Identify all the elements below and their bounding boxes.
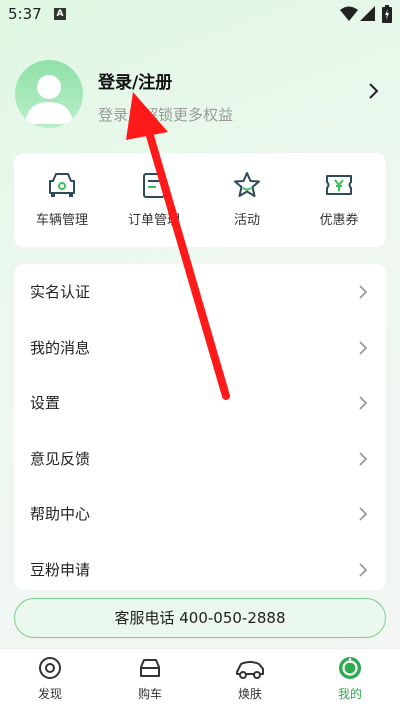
tab-label: 发现 [37,687,62,701]
menu-item-real-name[interactable]: 实名认证 [14,264,386,319]
tab-label: 购车 [137,687,162,701]
avatar[interactable] [15,60,83,128]
menu-item-label: 我的消息 [30,339,91,357]
menu-list: 实名认证 我的消息 设置 意见反馈 帮助中心 豆粉申请 [14,264,386,590]
menu-item-label: 豆粉申请 [30,561,91,579]
quick-action-label: 车辆管理 [35,213,88,228]
menu-item-settings[interactable]: 设置 [14,375,386,430]
menu-item-feedback[interactable]: 意见反馈 [14,431,386,486]
menu-item-label: 意见反馈 [30,450,91,468]
login-benefit-text: 登录后解锁更多权益 [98,106,234,124]
quick-action-label: 订单管理 [127,213,180,228]
signal-icon [360,6,375,21]
coupon-icon [326,175,352,195]
tab-mine[interactable]: 我的 [310,655,390,702]
tab-label: 焕肤 [237,687,262,701]
quick-action-label: 活动 [233,213,260,228]
wifi-icon [340,6,358,21]
login-register-link[interactable]: 登录/注册 [98,68,172,93]
chevron-right-icon [359,341,368,355]
buy-car-icon [140,659,160,677]
quick-action-vehicle-management[interactable]: 车辆管理 [22,171,102,228]
quick-action-activity[interactable]: 活动 [207,171,287,228]
car-skin-icon [236,661,264,679]
bottom-tab-bar: 发现 购车 焕肤 我的 [0,648,400,712]
chevron-right-icon [359,396,368,410]
status-time: 5:37 [8,5,42,23]
chevron-right-icon [359,563,368,577]
customer-service-phone-button[interactable]: 客服电话 400-050-2888 [14,598,386,638]
battery-icon [382,5,392,23]
tab-buy-car[interactable]: 购车 [110,655,190,702]
tab-label: 我的 [337,687,362,701]
chevron-right-icon[interactable] [368,82,380,100]
tab-discover[interactable]: 发现 [10,655,90,702]
notification-icon: A [54,8,66,20]
quick-actions-card: 车辆管理 订单管理 活动 优惠券 [14,153,386,247]
menu-item-help-center[interactable]: 帮助中心 [14,486,386,541]
menu-item-label: 设置 [30,394,61,412]
star-icon [234,172,260,197]
status-bar: 5:37 A [0,0,400,28]
quick-action-label: 优惠券 [319,213,359,228]
order-icon [143,173,165,198]
chevron-right-icon [359,285,368,299]
discover-icon [39,657,61,679]
menu-item-messages[interactable]: 我的消息 [14,320,386,375]
menu-item-label: 帮助中心 [30,505,91,523]
tab-car-skin[interactable]: 焕肤 [210,655,290,702]
menu-item-fan-application[interactable]: 豆粉申请 [14,542,386,597]
user-avatar-icon [25,75,73,124]
chevron-right-icon [359,452,368,466]
quick-action-order-management[interactable]: 订单管理 [114,171,194,228]
menu-item-label: 实名认证 [30,283,91,301]
car-manage-icon [49,173,75,197]
quick-action-coupon[interactable]: 优惠券 [299,171,379,228]
mine-icon [339,657,361,679]
chevron-right-icon [359,507,368,521]
